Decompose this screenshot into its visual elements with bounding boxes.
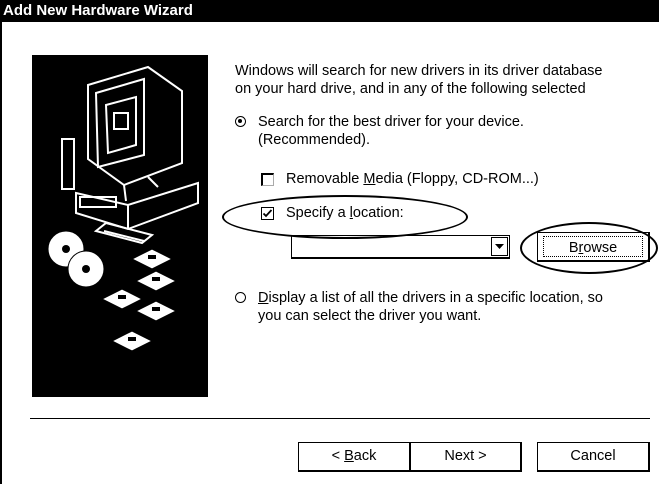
cd-disc-icon — [47, 230, 105, 288]
intro-line-1: Windows will search for new drivers in i… — [235, 63, 603, 79]
highlight-oval-specify-location — [222, 195, 468, 239]
footer-separator — [30, 418, 650, 419]
highlight-oval-browse — [520, 222, 658, 274]
search-best-driver-note: (Recommended). — [258, 132, 371, 148]
dropdown-arrow-icon[interactable] — [491, 237, 508, 256]
search-best-driver-radio[interactable] — [235, 116, 246, 127]
computer-icon — [47, 65, 199, 352]
intro-line-2: on your hard drive, and in any of the fo… — [235, 81, 586, 97]
window-title: Add New Hardware Wizard — [0, 0, 659, 22]
display-driver-list-note: you can select the driver you want. — [258, 308, 482, 324]
removable-media-checkbox[interactable] — [261, 173, 274, 186]
display-driver-list-radio[interactable] — [235, 292, 246, 303]
search-best-driver-label[interactable]: Search for the best driver for your devi… — [258, 113, 524, 131]
back-button[interactable]: < Back — [298, 442, 411, 472]
window-border — [0, 22, 2, 484]
cancel-button[interactable]: Cancel — [537, 442, 650, 472]
display-driver-list-label[interactable]: Display a list of all the drivers in a s… — [258, 289, 603, 307]
removable-media-label[interactable]: Removable Media (Floppy, CD-ROM...) — [286, 170, 539, 188]
next-button[interactable]: Next > — [410, 442, 522, 472]
wizard-illustration — [32, 55, 208, 397]
floppy-disk-icon — [100, 248, 178, 352]
